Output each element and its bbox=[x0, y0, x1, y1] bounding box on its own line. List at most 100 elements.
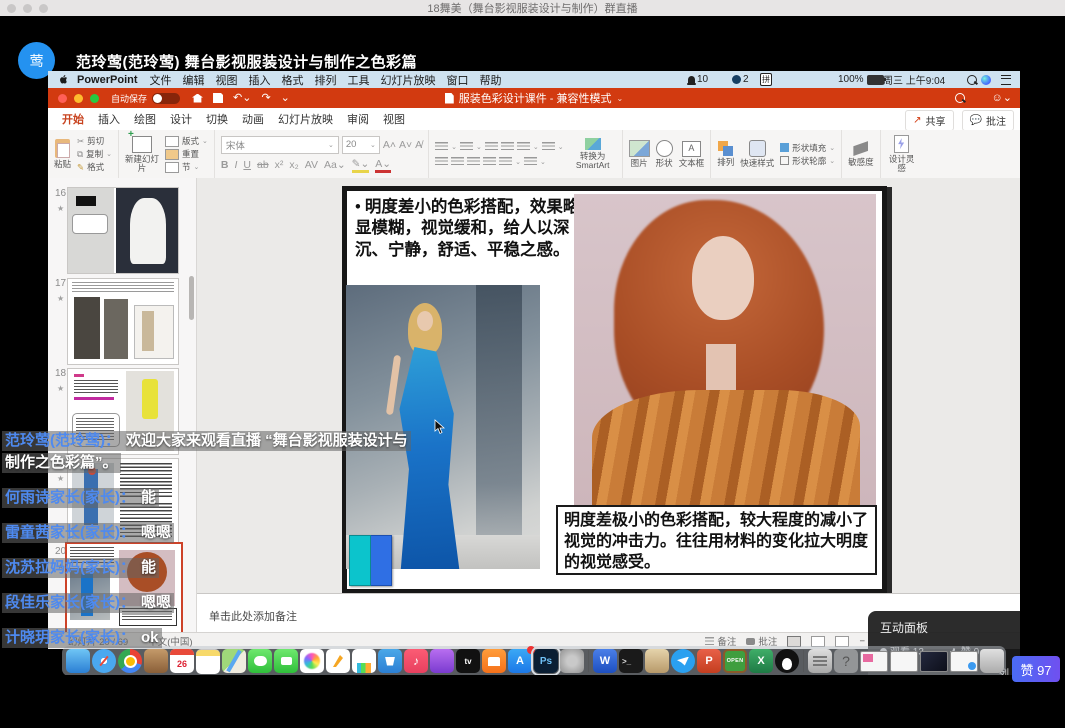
input-method-menu[interactable]: 拼 bbox=[754, 71, 778, 88]
change-case-button[interactable]: Aa⌄ bbox=[324, 159, 346, 171]
superscript-button[interactable]: x² bbox=[275, 159, 284, 171]
clear-format-button[interactable]: A̸ bbox=[415, 139, 422, 151]
shape-outline-button[interactable]: 形状轮廓⌄ bbox=[780, 155, 835, 167]
notification-center[interactable] bbox=[1001, 71, 1011, 88]
outdent-icon[interactable] bbox=[485, 142, 498, 152]
new-slide-button[interactable]: 新建幻灯片 bbox=[125, 136, 159, 173]
shapes-button[interactable]: 形状 bbox=[656, 140, 673, 168]
like-count-badge[interactable]: 赞 97 bbox=[1012, 656, 1060, 682]
dock-open-sign-app-icon[interactable]: OPEN bbox=[723, 649, 747, 673]
menu-app-name[interactable]: PowerPoint bbox=[77, 74, 138, 86]
menu-item-help[interactable]: 帮助 bbox=[480, 72, 502, 88]
textbox-button[interactable]: A文本框 bbox=[679, 141, 705, 168]
red-hair-model-photo[interactable] bbox=[574, 194, 876, 506]
menu-item-edit[interactable]: 编辑 bbox=[183, 72, 205, 88]
dock-file-cabinet-icon[interactable] bbox=[808, 649, 832, 673]
character-spacing-button[interactable]: AV bbox=[305, 159, 318, 171]
layout-button[interactable]: 版式⌄ bbox=[165, 135, 208, 147]
menu-item-view[interactable]: 视图 bbox=[216, 72, 238, 88]
autosave-toggle[interactable] bbox=[152, 93, 180, 104]
zoom-out-button[interactable]: − bbox=[859, 636, 865, 647]
undo-icon[interactable]: ↶⌄ bbox=[233, 93, 251, 104]
notification-bell-status[interactable]: 10 bbox=[688, 71, 708, 88]
badge-status[interactable]: 2 bbox=[724, 71, 749, 88]
redo-icon[interactable]: ↷ bbox=[261, 93, 270, 104]
dock-system-preferences-icon[interactable] bbox=[560, 649, 584, 673]
share-button[interactable]: ↗共享 bbox=[905, 110, 953, 131]
menu-item-format[interactable]: 格式 bbox=[282, 72, 304, 88]
picture-button[interactable]: 图片 bbox=[629, 140, 650, 168]
dock-minimized-window-2[interactable] bbox=[890, 651, 918, 672]
align-right-icon[interactable] bbox=[467, 157, 480, 167]
dock-appstore-icon[interactable]: A bbox=[508, 649, 532, 673]
bullets-icon[interactable] bbox=[435, 142, 448, 152]
highlight-button[interactable]: ✎⌄ bbox=[352, 158, 370, 173]
tab-draw[interactable]: 绘图 bbox=[134, 111, 156, 127]
apple-logo-icon[interactable] bbox=[58, 74, 69, 85]
dock-appletv-icon[interactable]: tv bbox=[456, 649, 480, 673]
tab-home[interactable]: 开始 bbox=[62, 111, 84, 127]
customize-toolbar-icon[interactable]: ⌄ bbox=[281, 93, 290, 104]
dock-trash-icon[interactable] bbox=[980, 649, 1004, 673]
comments-button[interactable]: 💬批注 bbox=[962, 110, 1014, 131]
dock-word-icon[interactable]: W bbox=[593, 649, 617, 673]
dock-qq-icon[interactable] bbox=[775, 649, 799, 673]
menu-item-tools[interactable]: 工具 bbox=[348, 72, 370, 88]
slide-thumbnail-16[interactable] bbox=[67, 187, 179, 274]
home-icon[interactable] bbox=[192, 94, 203, 103]
tab-view[interactable]: 视图 bbox=[383, 111, 405, 127]
dock-minimized-window-1[interactable] bbox=[860, 651, 888, 672]
dock-excel-icon[interactable]: X bbox=[749, 649, 773, 673]
shrink-font-button[interactable]: A˅ bbox=[399, 139, 412, 151]
account-smiley-icon[interactable]: ☺⌄ bbox=[992, 93, 1012, 104]
sensitivity-button[interactable]: 敏感度 bbox=[848, 141, 874, 167]
menu-item-slideshow[interactable]: 幻灯片放映 bbox=[381, 72, 436, 88]
columns-icon[interactable] bbox=[542, 142, 555, 152]
ppt-close-button[interactable] bbox=[58, 94, 67, 103]
document-title[interactable]: 服装色彩设计课件 - 兼容性模式 bbox=[459, 90, 612, 106]
tab-design[interactable]: 设计 bbox=[170, 111, 192, 127]
underline-button[interactable]: U bbox=[243, 159, 251, 171]
siri-menu[interactable] bbox=[981, 71, 999, 88]
ppt-minimize-button[interactable] bbox=[74, 94, 83, 103]
dock-dingtalk-icon[interactable] bbox=[671, 649, 695, 673]
tab-insert[interactable]: 插入 bbox=[98, 111, 120, 127]
menu-item-file[interactable]: 文件 bbox=[150, 72, 172, 88]
tab-review[interactable]: 审阅 bbox=[347, 111, 369, 127]
dock-photoshop-icon[interactable]: Ps bbox=[534, 649, 558, 673]
justify-icon[interactable] bbox=[483, 157, 496, 167]
slide-sorter-view-button[interactable] bbox=[811, 636, 825, 647]
tab-transitions[interactable]: 切换 bbox=[206, 111, 228, 127]
text-direction-icon[interactable] bbox=[499, 157, 512, 167]
bold-button[interactable]: B bbox=[221, 159, 229, 171]
normal-view-button[interactable] bbox=[787, 636, 801, 647]
ppt-search-icon[interactable] bbox=[955, 93, 965, 103]
align-left-icon[interactable] bbox=[435, 157, 448, 167]
cut-button[interactable]: ✂剪切 bbox=[77, 135, 112, 147]
dock-books-icon[interactable] bbox=[482, 649, 506, 673]
paste-button[interactable]: 粘贴 bbox=[54, 139, 71, 169]
dock-powerpoint-icon[interactable]: P bbox=[697, 649, 721, 673]
design-ideas-button[interactable]: 设计灵感 bbox=[887, 135, 917, 173]
menu-item-arrange[interactable]: 排列 bbox=[315, 72, 337, 88]
arrange-button[interactable]: 排列 bbox=[717, 141, 734, 167]
shape-fill-button[interactable]: 形状填充⌄ bbox=[780, 142, 835, 154]
ppt-zoom-button[interactable] bbox=[90, 94, 99, 103]
menu-item-insert[interactable]: 插入 bbox=[249, 72, 271, 88]
slide-thumbnail-17[interactable] bbox=[67, 278, 179, 365]
grow-font-button[interactable]: A˄ bbox=[383, 139, 396, 151]
dock-terminal-icon[interactable]: >_ bbox=[619, 649, 643, 673]
indent-icon[interactable] bbox=[501, 142, 514, 152]
dock-minimized-window-3[interactable] bbox=[920, 651, 948, 672]
strikethrough-button[interactable]: ab bbox=[257, 159, 269, 171]
format-painter-button[interactable]: ✎格式 bbox=[77, 161, 112, 173]
tab-slideshow[interactable]: 幻灯片放映 bbox=[278, 111, 333, 127]
clock[interactable]: 周三 上午9:04 bbox=[883, 71, 945, 88]
font-name-select[interactable]: 宋体⌄ bbox=[221, 136, 339, 154]
slide-bullet-text[interactable]: • 明度差小的色彩搭配，效果略显模糊，视觉缓和，给人以深沉、宁静，舒适、平稳之感… bbox=[355, 196, 593, 260]
current-slide[interactable]: • 明度差小的色彩搭配，效果略显模糊，视觉缓和，给人以深沉、宁静，舒适、平稳之感… bbox=[347, 191, 882, 589]
section-button[interactable]: 节⌄ bbox=[165, 161, 208, 173]
line-spacing-icon[interactable] bbox=[517, 142, 530, 152]
italic-button[interactable]: I bbox=[234, 159, 237, 171]
dock-podcasts-icon[interactable] bbox=[430, 649, 454, 673]
